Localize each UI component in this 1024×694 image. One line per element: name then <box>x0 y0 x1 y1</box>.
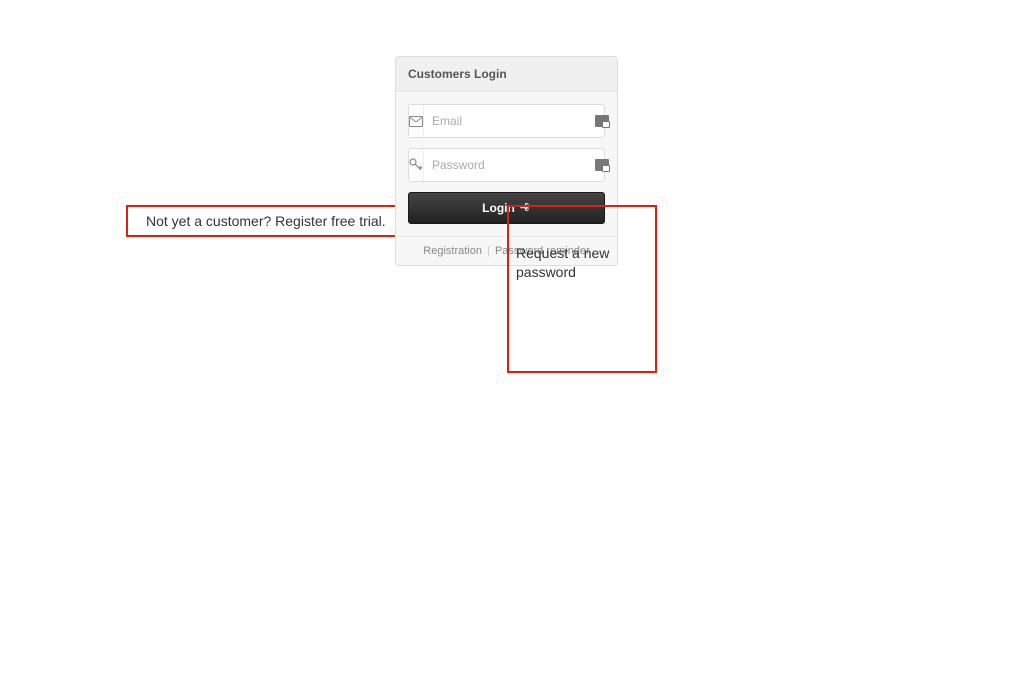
autofill-badge-password <box>595 159 615 171</box>
email-icon <box>409 105 424 137</box>
callout-password <box>507 205 657 373</box>
password-input-group[interactable] <box>408 148 605 182</box>
panel-title: Customers Login <box>408 67 507 81</box>
password-field[interactable] <box>424 152 595 178</box>
callout-password-text: Request a new password <box>516 244 646 282</box>
autofill-badge-email <box>595 115 615 127</box>
callout-register-text: Not yet a customer? Register free trial. <box>146 213 386 229</box>
email-field[interactable] <box>424 108 595 134</box>
panel-header: Customers Login <box>396 57 617 92</box>
key-icon <box>409 149 424 181</box>
footer-separator: | <box>485 245 492 257</box>
registration-link[interactable]: Registration <box>423 245 482 257</box>
email-input-group[interactable] <box>408 104 605 138</box>
